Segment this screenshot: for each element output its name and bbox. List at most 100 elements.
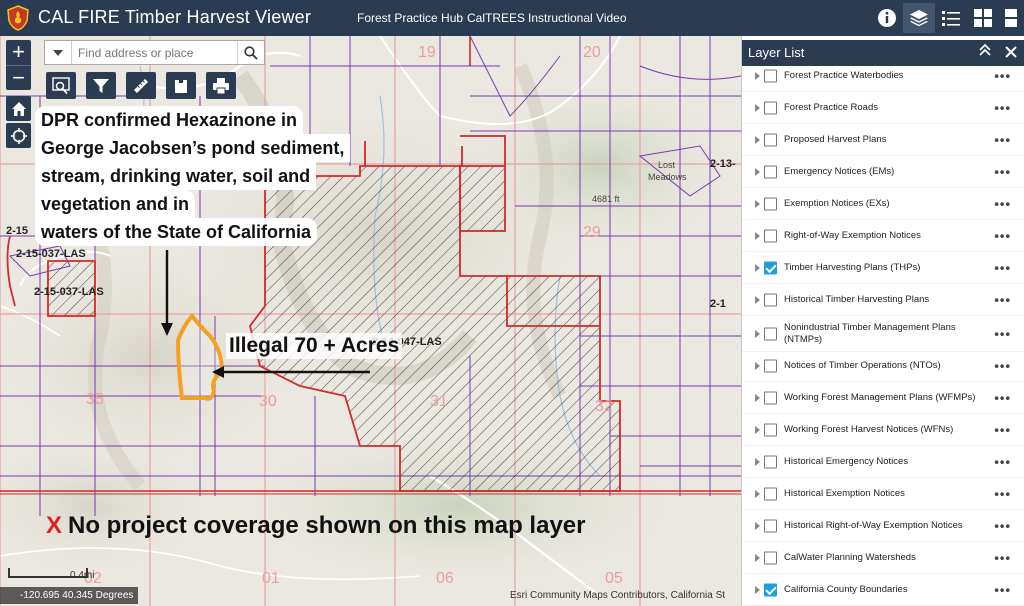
layer-options-icon[interactable]: ••• [994, 486, 1011, 501]
layer-options-icon[interactable]: ••• [994, 260, 1011, 275]
layers-button[interactable] [903, 3, 935, 33]
layer-item[interactable]: Proposed Harvest Plans ••• [742, 124, 1024, 156]
search-input[interactable] [78, 44, 228, 61]
layer-visibility-checkbox[interactable] [764, 583, 777, 596]
identify-button[interactable] [46, 72, 76, 99]
expand-triangle-icon[interactable] [755, 329, 760, 338]
layer-item[interactable]: Working Forest Management Plans (WFMPs) •… [742, 382, 1024, 414]
measure-button[interactable] [126, 72, 156, 99]
expand-triangle-icon[interactable] [755, 553, 760, 562]
layer-options-icon[interactable]: ••• [994, 422, 1011, 437]
expand-triangle-icon[interactable] [755, 135, 760, 144]
layer-visibility-checkbox[interactable] [764, 359, 777, 372]
expand-triangle-icon[interactable] [755, 263, 760, 272]
info-icon [878, 9, 896, 27]
search-source-dropdown[interactable] [45, 41, 72, 64]
layer-item[interactable]: Emergency Notices (EMs) ••• [742, 156, 1024, 188]
layer-options-icon[interactable]: ••• [994, 132, 1011, 147]
layer-visibility-checkbox[interactable] [764, 229, 777, 242]
layer-item[interactable]: Timber Harvesting Plans (THPs) ••• [742, 252, 1024, 284]
layer-label: Nonindustrial Timber Management Plans (N… [784, 321, 956, 345]
zoom-out-button[interactable]: − [6, 65, 31, 90]
layer-item[interactable]: Nonindustrial Timber Management Plans (N… [742, 316, 1024, 352]
expand-triangle-icon[interactable] [755, 199, 760, 208]
layer-visibility-checkbox[interactable] [764, 327, 777, 340]
layer-visibility-checkbox[interactable] [764, 455, 777, 468]
measure-icon [134, 78, 148, 93]
layer-visibility-checkbox[interactable] [764, 133, 777, 146]
layer-visibility-checkbox[interactable] [764, 391, 777, 404]
layer-options-icon[interactable]: ••• [994, 358, 1011, 373]
locate-button[interactable] [6, 123, 31, 148]
zoom-in-button[interactable]: + [6, 40, 31, 65]
map-view[interactable]: 19 20 29 35 30 31 32 01 06 05 02 Lost Me… [0, 36, 741, 606]
layer-options-icon[interactable]: ••• [994, 292, 1011, 307]
layer-label: Proposed Harvest Plans [784, 133, 887, 145]
basemap-gallery-button[interactable] [967, 3, 999, 33]
layer-options-icon[interactable]: ••• [994, 326, 1011, 341]
callout-line: stream, drinking water, soil and [35, 162, 317, 190]
layer-item[interactable]: CalWater Planning Watersheds ••• [742, 542, 1024, 574]
layer-options-icon[interactable]: ••• [994, 228, 1011, 243]
expand-triangle-icon[interactable] [755, 585, 760, 594]
caltrees-link[interactable]: CalTREES [467, 11, 525, 25]
layer-visibility-checkbox[interactable] [764, 551, 777, 564]
instructional-video-link[interactable]: Instructional Video [528, 11, 627, 25]
layer-visibility-checkbox[interactable] [764, 69, 777, 82]
layer-visibility-checkbox[interactable] [764, 197, 777, 210]
layer-item[interactable]: Historical Emergency Notices ••• [742, 446, 1024, 478]
layer-visibility-checkbox[interactable] [764, 423, 777, 436]
layer-item[interactable]: Historical Right-of-Way Exemption Notice… [742, 510, 1024, 542]
layer-item[interactable]: Historical Timber Harvesting Plans ••• [742, 284, 1024, 316]
layer-visibility-checkbox[interactable] [764, 165, 777, 178]
info-button[interactable] [871, 3, 903, 33]
layer-visibility-checkbox[interactable] [764, 487, 777, 500]
layer-visibility-checkbox[interactable] [764, 261, 777, 274]
expand-triangle-icon[interactable] [755, 393, 760, 402]
expand-triangle-icon[interactable] [755, 103, 760, 112]
layer-options-icon[interactable]: ••• [994, 390, 1011, 405]
layer-item[interactable]: California County Boundaries ••• [742, 574, 1024, 606]
layer-options-icon[interactable]: ••• [994, 582, 1011, 597]
expand-triangle-icon[interactable] [755, 521, 760, 530]
expand-triangle-icon[interactable] [755, 361, 760, 370]
section-number: 35 [86, 391, 104, 408]
section-number: 20 [583, 44, 601, 61]
home-button[interactable] [6, 96, 31, 121]
layer-visibility-checkbox[interactable] [764, 293, 777, 306]
layer-visibility-checkbox[interactable] [764, 519, 777, 532]
panel-title: Layer List [748, 45, 805, 60]
layer-options-icon[interactable]: ••• [994, 550, 1011, 565]
select-icon [175, 79, 187, 93]
basemap-gallery-icon [974, 9, 992, 27]
expand-triangle-icon[interactable] [755, 295, 760, 304]
more-widgets-button[interactable] [999, 3, 1023, 33]
layer-item[interactable]: Forest Practice Roads ••• [742, 92, 1024, 124]
layer-item[interactable]: Historical Exemption Notices ••• [742, 478, 1024, 510]
layer-item[interactable]: Right-of-Way Exemption Notices ••• [742, 220, 1024, 252]
legend-button[interactable] [935, 3, 967, 33]
print-button[interactable] [206, 72, 236, 99]
layer-options-icon[interactable]: ••• [994, 68, 1011, 83]
search-button[interactable] [237, 41, 264, 64]
forest-practice-hub-link[interactable]: Forest Practice Hub [357, 11, 463, 25]
layer-item[interactable]: Forest Practice Waterbodies ••• [742, 60, 1024, 92]
expand-triangle-icon[interactable] [755, 425, 760, 434]
layer-options-icon[interactable]: ••• [994, 518, 1011, 533]
select-button[interactable] [166, 72, 196, 99]
layer-item[interactable]: Notices of Timber Operations (NTOs) ••• [742, 350, 1024, 382]
layer-options-icon[interactable]: ••• [994, 454, 1011, 469]
expand-triangle-icon[interactable] [755, 71, 760, 80]
layer-item[interactable]: Exemption Notices (EXs) ••• [742, 188, 1024, 220]
expand-triangle-icon[interactable] [755, 489, 760, 498]
layer-visibility-checkbox[interactable] [764, 101, 777, 114]
filter-button[interactable] [86, 72, 116, 99]
expand-triangle-icon[interactable] [755, 167, 760, 176]
layer-options-icon[interactable]: ••• [994, 100, 1011, 115]
layer-label: Notices of Timber Operations (NTOs) [784, 359, 941, 371]
layer-options-icon[interactable]: ••• [994, 164, 1011, 179]
expand-triangle-icon[interactable] [755, 231, 760, 240]
layer-options-icon[interactable]: ••• [994, 196, 1011, 211]
layer-item[interactable]: Working Forest Harvest Notices (WFNs) ••• [742, 414, 1024, 446]
expand-triangle-icon[interactable] [755, 457, 760, 466]
